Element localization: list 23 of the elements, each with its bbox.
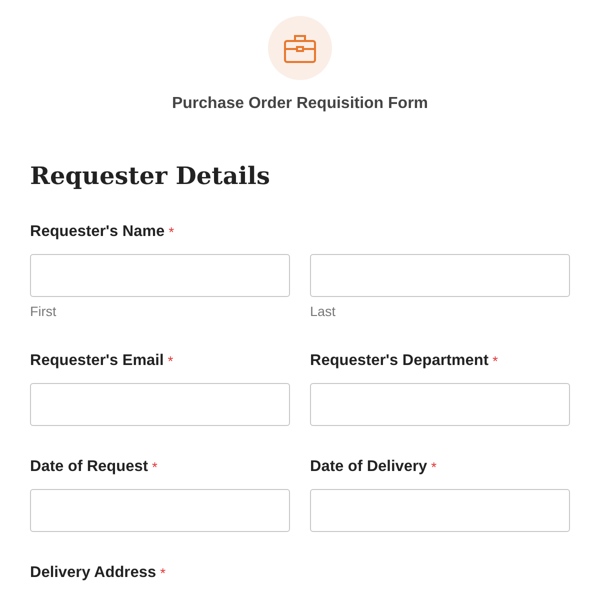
input-field[interactable] — [30, 489, 290, 532]
input-field[interactable] — [30, 383, 290, 426]
required-mark: * — [152, 458, 158, 477]
field-label: Delivery Address — [30, 563, 156, 583]
briefcase-icon — [268, 16, 332, 80]
required-mark: * — [168, 352, 174, 371]
input-field[interactable] — [30, 254, 290, 297]
field-label: Date of Request — [30, 457, 148, 477]
input-field[interactable] — [310, 254, 570, 297]
required-mark: * — [431, 458, 437, 477]
sublabel: First — [30, 303, 56, 320]
input-field[interactable] — [310, 383, 570, 426]
field-label: Requester's Name — [30, 222, 165, 242]
sublabel: Last — [310, 303, 336, 320]
section-heading: Requester Details — [30, 161, 272, 191]
field-label: Requester's Email — [30, 351, 164, 371]
input-field[interactable] — [310, 489, 570, 532]
required-mark: * — [168, 223, 174, 242]
field-label: Requester's Department — [310, 351, 489, 371]
field-label: Date of Delivery — [310, 457, 428, 477]
required-mark: * — [160, 564, 166, 583]
form-title: Purchase Order Requisition Form — [172, 94, 428, 114]
required-mark: * — [492, 352, 498, 371]
